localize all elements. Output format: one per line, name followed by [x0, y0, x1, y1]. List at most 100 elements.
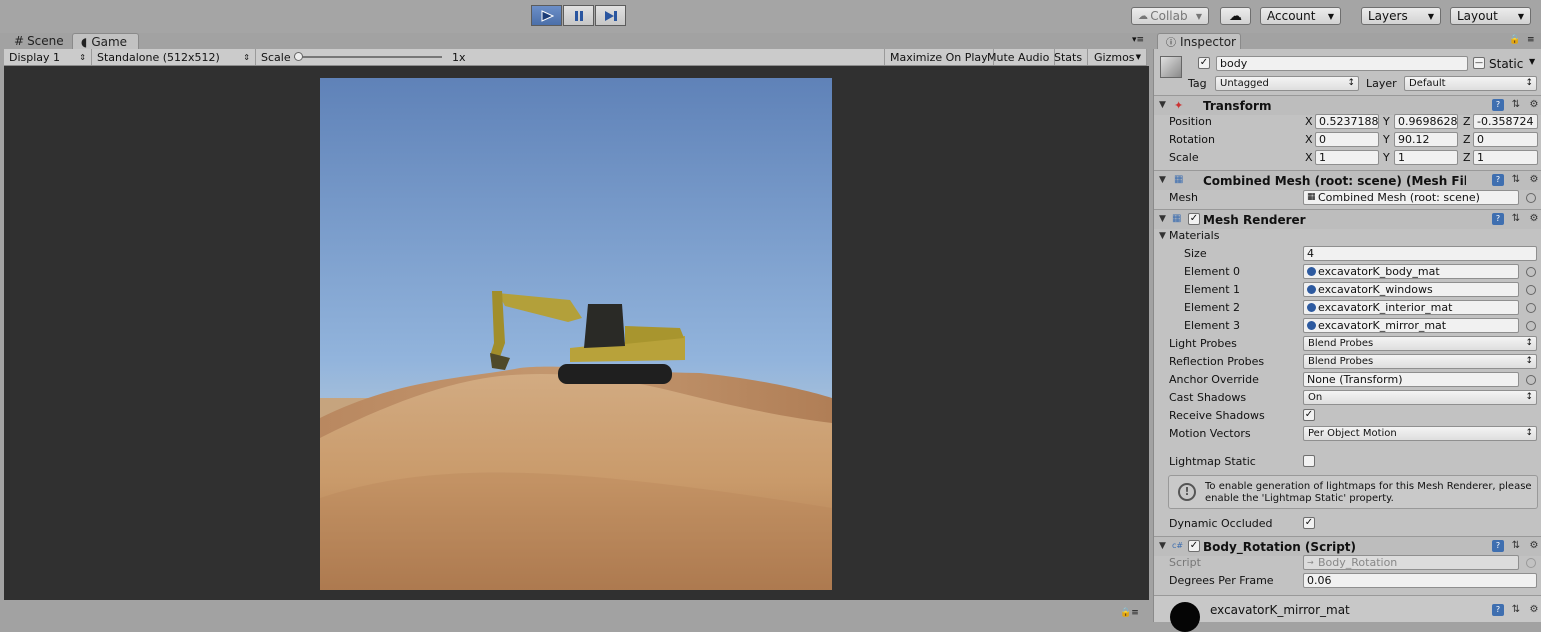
- motion-vectors-dropdown[interactable]: Per Object Motion: [1303, 426, 1537, 441]
- dynamic-occluded-checkbox[interactable]: ✓: [1303, 517, 1315, 529]
- info-text-line-2: enable the 'Lightmap Static' property.: [1205, 493, 1394, 504]
- account-dropdown[interactable]: Account ▼: [1260, 7, 1341, 25]
- scale-slider-track[interactable]: [294, 56, 442, 58]
- object-picker-icon[interactable]: [1526, 285, 1536, 295]
- z-label: Z: [1463, 133, 1471, 146]
- static-checkbox[interactable]: —: [1473, 57, 1485, 69]
- gizmos-label: Gizmos: [1094, 50, 1135, 64]
- object-picker-icon: [1526, 558, 1536, 568]
- mesh-renderer-title: Mesh Renderer: [1203, 213, 1306, 227]
- position-x-field[interactable]: 0.5237188: [1315, 114, 1379, 129]
- mesh-field[interactable]: ▦ Combined Mesh (root: scene): [1303, 190, 1519, 205]
- element-0-field[interactable]: excavatorK_body_mat: [1303, 264, 1519, 279]
- mesh-icon: ▦: [1307, 192, 1316, 202]
- chevron-down-icon: ▼: [1135, 53, 1141, 61]
- material-header[interactable]: excavatorK_mirror_mat ? ⇅ ⚙: [1154, 595, 1541, 632]
- maximize-on-play-toggle[interactable]: Maximize On Play: [884, 49, 994, 65]
- layers-dropdown[interactable]: Layers ▼: [1361, 7, 1441, 25]
- receive-shadows-checkbox[interactable]: ✓: [1303, 409, 1315, 421]
- resolution-dropdown[interactable]: Standalone (512x512) ⇕: [92, 49, 256, 65]
- object-picker-icon[interactable]: [1526, 375, 1536, 385]
- rotation-x-field[interactable]: 0: [1315, 132, 1379, 147]
- position-z-field[interactable]: -0.358724: [1473, 114, 1538, 129]
- tab-game[interactable]: ◖ Game: [72, 33, 139, 49]
- scale-x-field[interactable]: 1: [1315, 150, 1379, 165]
- object-picker-icon[interactable]: [1526, 303, 1536, 313]
- cloud-button[interactable]: ☁: [1220, 7, 1251, 25]
- gear-icon[interactable]: ⚙: [1528, 540, 1540, 552]
- object-picker-icon[interactable]: [1526, 193, 1536, 203]
- reflection-probes-dropdown[interactable]: Blend Probes: [1303, 354, 1537, 369]
- pause-icon: [574, 10, 583, 21]
- anchor-override-field[interactable]: None (Transform): [1303, 372, 1519, 387]
- mesh-renderer-enabled-checkbox[interactable]: ✓: [1188, 213, 1200, 225]
- panel-menu-icon[interactable]: ≡: [1527, 35, 1535, 45]
- mesh-filter-header[interactable]: ▼ ▦ Combined Mesh (root: scene) (Mesh Fi…: [1154, 170, 1541, 190]
- inspector-panel: ✓ body — Static ▼ Tag Untagged Layer Def…: [1153, 49, 1541, 632]
- element-3-field[interactable]: excavatorK_mirror_mat: [1303, 318, 1519, 333]
- materials-size-field[interactable]: 4: [1303, 246, 1537, 261]
- collab-dropdown[interactable]: ☁ Collab ▼: [1131, 7, 1209, 25]
- tab-inspector[interactable]: ⓘ Inspector: [1157, 33, 1241, 49]
- element-1-field[interactable]: excavatorK_windows: [1303, 282, 1519, 297]
- lightmap-info-box: ! To enable generation of lightmaps for …: [1168, 475, 1538, 509]
- chevron-down-icon: ▼: [1427, 11, 1434, 21]
- layout-label: Layout: [1457, 9, 1498, 23]
- mute-audio-toggle[interactable]: Mute Audio: [982, 49, 1056, 65]
- gear-icon[interactable]: ⚙: [1528, 604, 1540, 616]
- pause-button[interactable]: [563, 5, 594, 26]
- transform-header[interactable]: ▼ ✦ Transform ? ⇅ ⚙: [1154, 95, 1541, 115]
- element-2-field[interactable]: excavatorK_interior_mat: [1303, 300, 1519, 315]
- cast-shadows-label: Cast Shadows: [1169, 391, 1247, 404]
- degrees-per-frame-field[interactable]: 0.06: [1303, 573, 1537, 588]
- rotation-y-field[interactable]: 90.12: [1394, 132, 1458, 147]
- layer-dropdown[interactable]: Default: [1404, 76, 1537, 91]
- preset-icon[interactable]: ⇅: [1510, 213, 1522, 225]
- object-name-field[interactable]: body: [1216, 56, 1468, 71]
- foldout-arrow-icon[interactable]: ▼: [1159, 231, 1166, 241]
- scale-z-field[interactable]: 1: [1473, 150, 1538, 165]
- x-label: X: [1305, 115, 1313, 128]
- degrees-per-frame-label: Degrees Per Frame: [1169, 574, 1274, 587]
- script-header[interactable]: ▼ c# ✓ Body_Rotation (Script) ? ⇅ ⚙: [1154, 536, 1541, 556]
- object-picker-icon[interactable]: [1526, 321, 1536, 331]
- help-book-icon[interactable]: ?: [1492, 99, 1504, 111]
- preset-icon[interactable]: ⇅: [1510, 540, 1522, 552]
- chevron-down-icon[interactable]: ▼: [1529, 57, 1535, 66]
- transform-title: Transform: [1203, 99, 1272, 113]
- stats-toggle[interactable]: Stats: [1049, 49, 1089, 65]
- play-button[interactable]: [531, 5, 562, 26]
- active-checkbox[interactable]: ✓: [1198, 57, 1210, 69]
- position-y-field[interactable]: 0.9698628: [1394, 114, 1458, 129]
- tag-dropdown[interactable]: Untagged: [1215, 76, 1359, 91]
- display-dropdown[interactable]: Display 1 ⇕: [4, 49, 92, 65]
- lock-icon[interactable]: 🔒: [1509, 35, 1520, 45]
- layout-dropdown[interactable]: Layout ▼: [1450, 7, 1531, 25]
- preset-icon[interactable]: ⇅: [1510, 99, 1522, 111]
- gear-icon[interactable]: ⚙: [1528, 99, 1540, 111]
- help-book-icon[interactable]: ?: [1492, 540, 1504, 552]
- scale-slider-thumb[interactable]: [294, 52, 303, 61]
- game-render[interactable]: [320, 78, 832, 590]
- lock-icon[interactable]: 🔒≡: [1120, 608, 1139, 618]
- panel-menu-icon[interactable]: ▾≡: [1132, 35, 1144, 45]
- gizmos-dropdown[interactable]: Gizmos ▼: [1089, 49, 1147, 65]
- tab-scene[interactable]: # Scene: [6, 33, 72, 49]
- scale-y-field[interactable]: 1: [1394, 150, 1458, 165]
- light-probes-dropdown[interactable]: Blend Probes: [1303, 336, 1537, 351]
- help-book-icon[interactable]: ?: [1492, 213, 1504, 225]
- preset-icon[interactable]: ⇅: [1510, 604, 1522, 616]
- help-book-icon[interactable]: ?: [1492, 174, 1504, 186]
- help-book-icon[interactable]: ?: [1492, 604, 1504, 616]
- lightmap-static-checkbox[interactable]: [1303, 455, 1315, 467]
- script-enabled-checkbox[interactable]: ✓: [1188, 540, 1200, 552]
- cast-shadows-dropdown[interactable]: On: [1303, 390, 1537, 405]
- step-button[interactable]: [595, 5, 626, 26]
- rotation-z-field[interactable]: 0: [1473, 132, 1538, 147]
- mesh-renderer-header[interactable]: ▼ ▦ ✓ Mesh Renderer ? ⇅ ⚙: [1154, 209, 1541, 229]
- mesh-value: Combined Mesh (root: scene): [1318, 191, 1480, 204]
- object-picker-icon[interactable]: [1526, 267, 1536, 277]
- gear-icon[interactable]: ⚙: [1528, 174, 1540, 186]
- preset-icon[interactable]: ⇅: [1510, 174, 1522, 186]
- gear-icon[interactable]: ⚙: [1528, 213, 1540, 225]
